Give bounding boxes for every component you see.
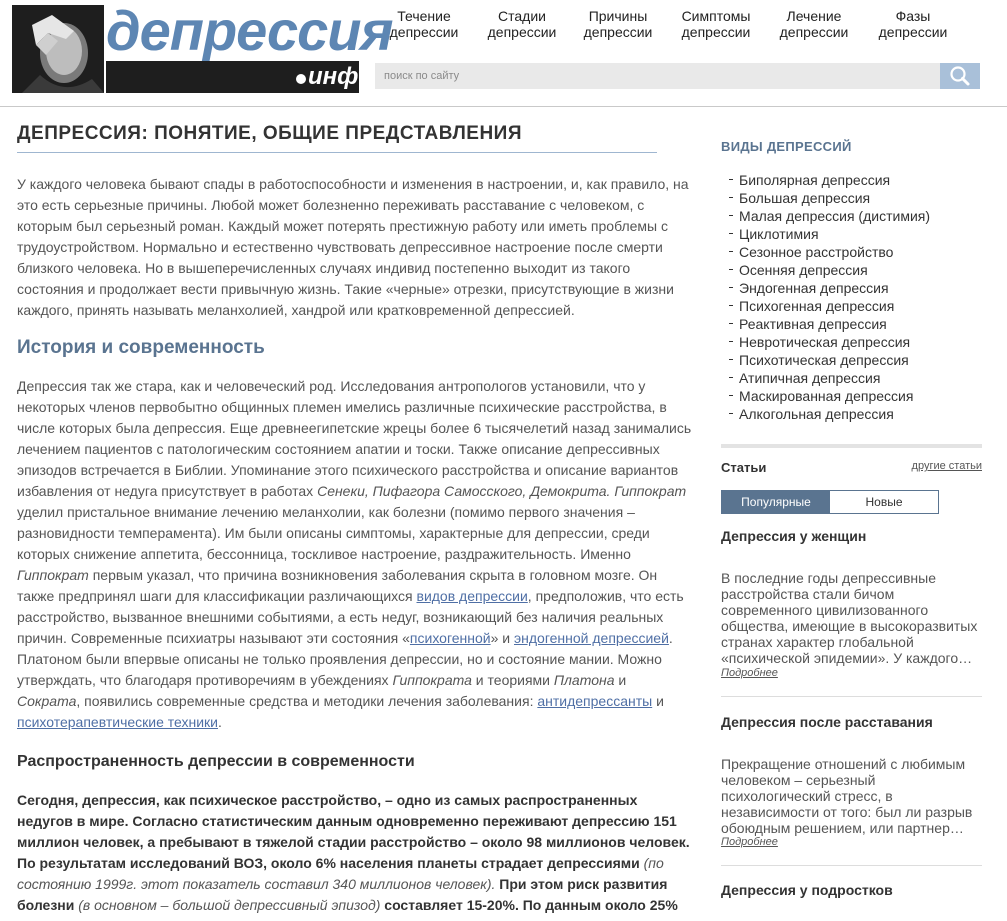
- article-title-teens[interactable]: Депрессия у подростков: [721, 882, 893, 898]
- search-input[interactable]: [375, 63, 935, 89]
- intro-paragraph: У каждого человека бывают спады в работо…: [17, 176, 689, 318]
- search-bar: [375, 63, 980, 89]
- sidebar-item-atypical[interactable]: Атипичная депрессия: [721, 369, 982, 387]
- sidebar-item-bipolar[interactable]: Биполярная депрессия: [721, 171, 982, 189]
- site-logo[interactable]: депрессия инфо: [12, 0, 393, 93]
- article-excerpt-women: В последние годы депрессивные расстройст…: [721, 570, 978, 666]
- link-depression-types[interactable]: видов депрессии: [417, 588, 528, 604]
- article-excerpt-breakup: Прекращение отношений с любимым человеко…: [721, 756, 973, 836]
- sidebar-item-endogenous[interactable]: Эндогенная депрессия: [721, 279, 982, 297]
- prevalence-paragraph: Сегодня, депрессия, как психическое расс…: [17, 792, 690, 913]
- article-title-breakup[interactable]: Депрессия после расставания: [721, 714, 933, 730]
- sidebar-item-major[interactable]: Большая депрессия: [721, 189, 982, 207]
- logo-photo: [12, 5, 104, 93]
- read-more-link-women[interactable]: Подробнее: [721, 667, 778, 679]
- read-more-link-breakup[interactable]: Подробнее: [721, 836, 778, 848]
- sidebar-item-neurotic[interactable]: Невротическая депрессия: [721, 333, 982, 351]
- nav-item-treatment[interactable]: Лечение депрессии: [765, 8, 863, 40]
- sidebar-title: ВИДЫ ДЕПРЕССИЙ: [721, 139, 852, 154]
- link-psychogenic[interactable]: психогенной: [410, 630, 491, 646]
- main-nav: Течение депрессии Стадии депрессии Причи…: [375, 8, 980, 46]
- history-paragraph: Депрессия так же стара, как и человеческ…: [17, 378, 692, 730]
- link-psychotherapy[interactable]: психотерапевтические техники: [17, 714, 218, 730]
- page-title: ДЕПРЕССИЯ: ПОНЯТИЕ, ОБЩИЕ ПРЕДСТАВЛЕНИЯ: [17, 123, 657, 153]
- nav-item-symptoms[interactable]: Симптомы депрессии: [667, 8, 765, 40]
- search-button[interactable]: [940, 63, 980, 89]
- article-divider: [721, 696, 982, 697]
- sidebar-item-cyclothymia[interactable]: Циклотимия: [721, 225, 982, 243]
- link-endogenous[interactable]: эндогенной депрессией: [514, 630, 669, 646]
- articles-tabs: Популярные Новые: [721, 490, 939, 514]
- sidebar-divider: [721, 444, 982, 448]
- sidebar-item-seasonal[interactable]: Сезонное расстройство: [721, 243, 982, 261]
- prevalence-heading: Распространенность депрессии в современн…: [17, 753, 415, 770]
- nav-item-causes[interactable]: Причины депрессии: [569, 8, 667, 40]
- nav-item-stages[interactable]: Стадии депрессии: [473, 8, 571, 40]
- sidebar-item-psychogenic[interactable]: Психогенная депрессия: [721, 297, 982, 315]
- articles-heading: Статьи: [721, 460, 767, 475]
- history-heading: История и современность: [17, 337, 265, 358]
- nav-item-course[interactable]: Течение депрессии: [375, 8, 473, 40]
- depression-types-list: Биполярная депрессия Большая депрессия М…: [721, 171, 982, 423]
- sidebar-item-dysthymia[interactable]: Малая депрессия (дистимия): [721, 207, 982, 225]
- link-antidepressants[interactable]: антидепрессанты: [537, 693, 652, 709]
- other-articles-link[interactable]: другие статьи: [912, 460, 982, 472]
- sidebar-item-alcohol[interactable]: Алкогольная депрессия: [721, 405, 982, 423]
- logo-suffix: инфо: [308, 63, 374, 90]
- tab-new[interactable]: Новые: [830, 491, 938, 513]
- sidebar-item-psychotic[interactable]: Психотическая депрессия: [721, 351, 982, 369]
- tab-popular[interactable]: Популярные: [722, 491, 830, 513]
- logo-word: депрессия: [106, 0, 393, 62]
- logo-dot: [296, 74, 306, 84]
- sidebar-item-masked[interactable]: Маскированная депрессия: [721, 387, 982, 405]
- site-header: депрессия инфо Течение депрессии Стадии …: [0, 0, 1007, 107]
- sidebar-item-reactive[interactable]: Реактивная депрессия: [721, 315, 982, 333]
- search-icon: [950, 66, 970, 86]
- nav-item-phases[interactable]: Фазы депрессии: [864, 8, 962, 40]
- article-title-women[interactable]: Депрессия у женщин: [721, 528, 866, 544]
- article-divider: [721, 865, 982, 866]
- sidebar-item-autumn[interactable]: Осенняя депрессия: [721, 261, 982, 279]
